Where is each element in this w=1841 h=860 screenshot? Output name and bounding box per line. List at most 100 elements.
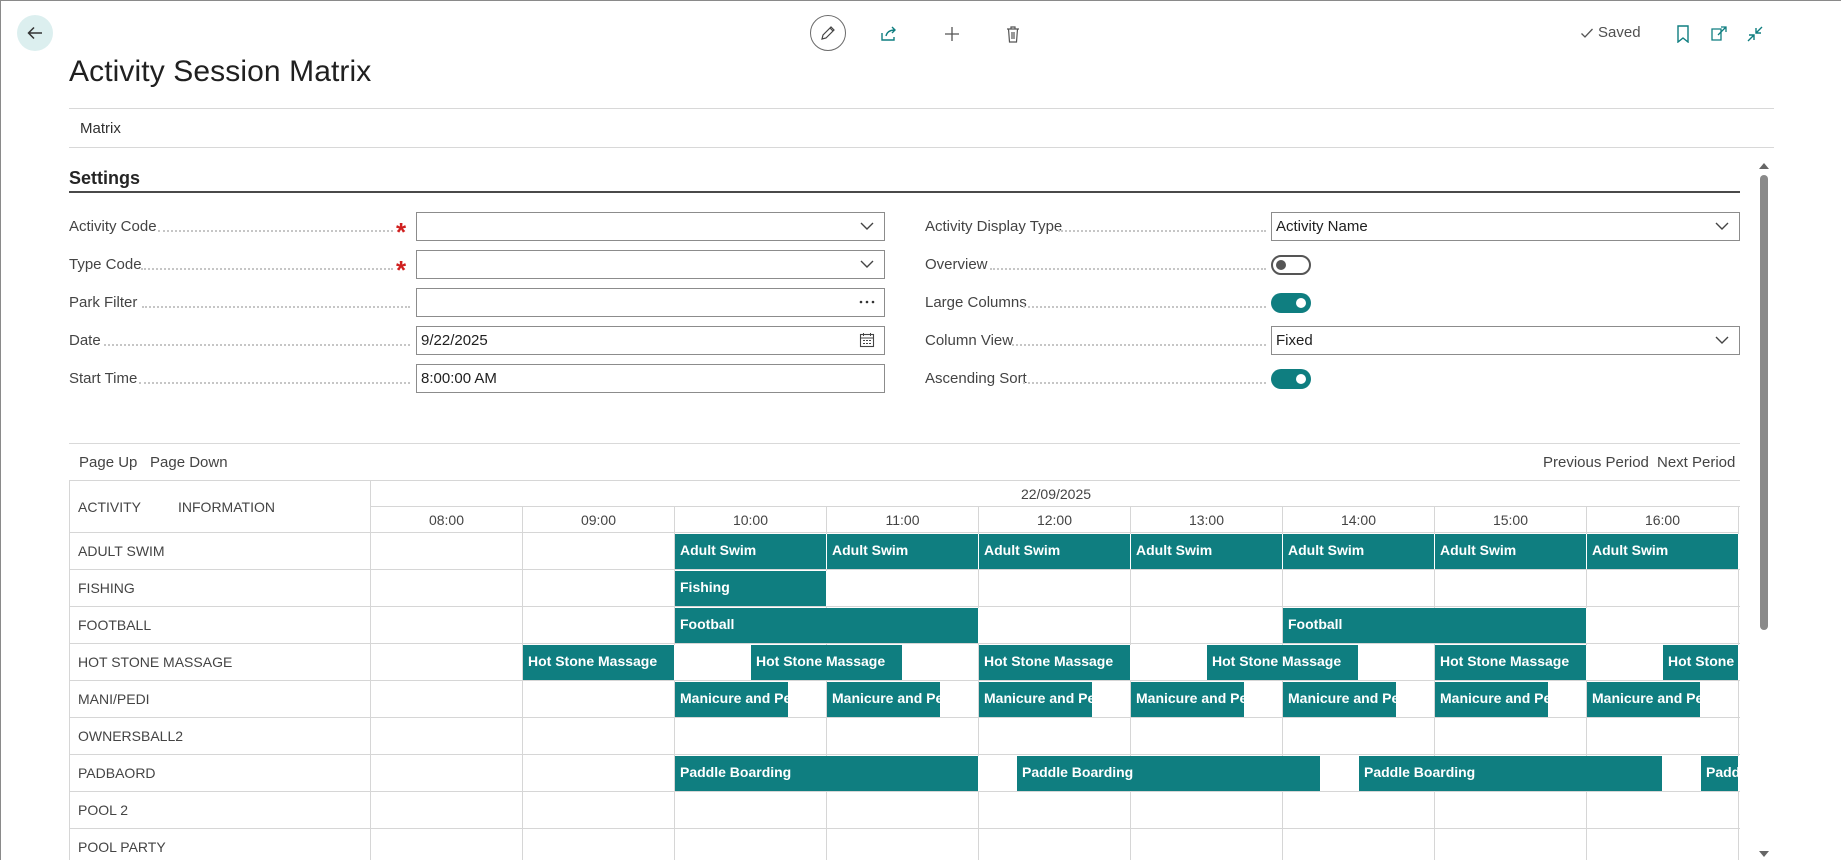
session-block[interactable]: Manicure and Pedicure [979, 682, 1093, 717]
time-slot-cell[interactable] [1283, 570, 1435, 607]
time-slot-cell[interactable] [523, 755, 675, 792]
time-slot-cell[interactable] [1587, 792, 1739, 829]
activity-cell[interactable]: FOOTBALL [70, 607, 371, 644]
settings-section-title[interactable]: Settings [69, 168, 140, 189]
session-block[interactable]: Hot Stone Massage [751, 645, 903, 680]
activity-code-dropdown[interactable] [416, 212, 885, 241]
session-block[interactable]: Manicure and Pedicure [1587, 682, 1701, 717]
time-slot-cell[interactable] [1283, 718, 1435, 755]
session-block[interactable]: Adult Swim [1131, 534, 1283, 569]
time-slot-cell[interactable] [1587, 829, 1739, 860]
session-block[interactable]: Manicure and Pedicure [1131, 682, 1245, 717]
time-slot-cell[interactable] [523, 533, 675, 570]
time-slot-cell[interactable] [979, 607, 1131, 644]
activity-cell[interactable]: HOT STONE MASSAGE [70, 644, 371, 681]
type-code-dropdown[interactable] [416, 250, 885, 279]
activity-column-header[interactable]: ACTIVITY [78, 499, 141, 515]
scroll-down-arrow[interactable] [1757, 848, 1771, 860]
overview-toggle[interactable] [1271, 255, 1311, 275]
time-slot-cell[interactable] [1283, 829, 1435, 860]
time-slot-cell[interactable] [1435, 718, 1587, 755]
time-slot-cell[interactable] [523, 681, 675, 718]
session-block[interactable]: Adult Swim [1283, 534, 1435, 569]
information-column-header[interactable]: INFORMATION [178, 499, 275, 515]
time-slot-cell[interactable] [979, 792, 1131, 829]
time-slot-cell[interactable] [827, 829, 979, 860]
date-field[interactable]: 9/22/2025 [416, 326, 885, 355]
large-columns-toggle[interactable] [1271, 293, 1311, 313]
page-down-button[interactable]: Page Down [150, 454, 228, 471]
session-block[interactable]: Hot Stone Massage [1435, 645, 1587, 680]
time-slot-cell[interactable] [1131, 792, 1283, 829]
activity-cell[interactable]: PADBAORD [70, 755, 371, 792]
back-button[interactable] [17, 15, 53, 51]
time-slot-cell[interactable] [1131, 829, 1283, 860]
time-slot-cell[interactable] [1131, 570, 1283, 607]
time-slot-cell[interactable] [523, 792, 675, 829]
time-slot-cell[interactable] [371, 681, 523, 718]
calendar-icon[interactable] [858, 331, 876, 349]
time-slot-cell[interactable] [675, 792, 827, 829]
time-slot-cell[interactable] [979, 570, 1131, 607]
session-block[interactable]: Adult Swim [1435, 534, 1587, 569]
session-block[interactable]: Manicure and Pedicure [827, 682, 941, 717]
page-up-button[interactable]: Page Up [79, 454, 137, 471]
time-slot-cell[interactable] [1435, 792, 1587, 829]
time-slot-cell[interactable] [371, 755, 523, 792]
open-new-window-button[interactable] [1706, 20, 1732, 48]
share-button[interactable] [874, 20, 904, 48]
activity-cell[interactable]: ADULT SWIM [70, 533, 371, 570]
time-slot-cell[interactable] [371, 533, 523, 570]
time-slot-cell[interactable] [979, 829, 1131, 860]
time-slot-cell[interactable] [371, 792, 523, 829]
time-slot-cell[interactable] [371, 570, 523, 607]
scroll-up-arrow[interactable] [1757, 160, 1771, 172]
session-block[interactable]: Hot Stone Massage [979, 645, 1131, 680]
collapse-button[interactable] [1742, 20, 1768, 48]
session-block[interactable]: Paddle Boarding [1701, 756, 1739, 791]
time-slot-cell[interactable] [523, 607, 675, 644]
time-slot-cell[interactable] [371, 718, 523, 755]
activity-cell[interactable]: POOL PARTY [70, 829, 371, 860]
time-slot-cell[interactable] [371, 644, 523, 681]
time-slot-cell[interactable] [675, 829, 827, 860]
activity-cell[interactable]: OWNERSBALL2 [70, 718, 371, 755]
column-view-dropdown[interactable]: Fixed [1271, 326, 1740, 355]
time-slot-cell[interactable] [523, 829, 675, 860]
session-block[interactable]: Paddle Boarding [675, 756, 979, 791]
time-slot-cell[interactable] [1131, 607, 1283, 644]
session-block[interactable]: Hot Stone Massage [523, 645, 675, 680]
ascending-sort-toggle[interactable] [1271, 369, 1311, 389]
time-slot-cell[interactable] [1587, 570, 1739, 607]
start-time-field[interactable]: 8:00:00 AM [416, 364, 885, 393]
time-slot-cell[interactable] [827, 792, 979, 829]
bookmark-button[interactable] [1670, 20, 1696, 48]
time-slot-cell[interactable] [1131, 718, 1283, 755]
activity-display-type-dropdown[interactable]: Activity Name [1271, 212, 1740, 241]
session-block[interactable]: Adult Swim [827, 534, 979, 569]
scrollbar-thumb[interactable] [1760, 175, 1768, 630]
time-slot-cell[interactable] [1587, 607, 1739, 644]
edit-button[interactable] [810, 15, 846, 51]
park-filter-field[interactable] [416, 288, 885, 317]
session-block[interactable]: Adult Swim [675, 534, 827, 569]
more-options-icon[interactable] [858, 293, 876, 311]
session-block[interactable]: Adult Swim [979, 534, 1131, 569]
session-block[interactable]: Football [675, 608, 979, 643]
activity-cell[interactable]: FISHING [70, 570, 371, 607]
session-block[interactable]: Paddle Boarding [1359, 756, 1663, 791]
time-slot-cell[interactable] [827, 718, 979, 755]
session-block[interactable]: Fishing [675, 571, 827, 606]
time-slot-cell[interactable] [979, 718, 1131, 755]
session-block[interactable]: Manicure and Pedicure [1283, 682, 1397, 717]
time-slot-cell[interactable] [1283, 792, 1435, 829]
session-block[interactable]: Manicure and Pedicure [675, 682, 789, 717]
activity-cell[interactable]: POOL 2 [70, 792, 371, 829]
time-slot-cell[interactable] [523, 570, 675, 607]
time-slot-cell[interactable] [1435, 829, 1587, 860]
session-block[interactable]: Manicure and Pedicure [1435, 682, 1549, 717]
time-slot-cell[interactable] [827, 570, 979, 607]
next-period-button[interactable]: Next Period [1657, 454, 1735, 471]
session-block[interactable]: Paddle Boarding [1017, 756, 1321, 791]
time-slot-cell[interactable] [371, 829, 523, 860]
